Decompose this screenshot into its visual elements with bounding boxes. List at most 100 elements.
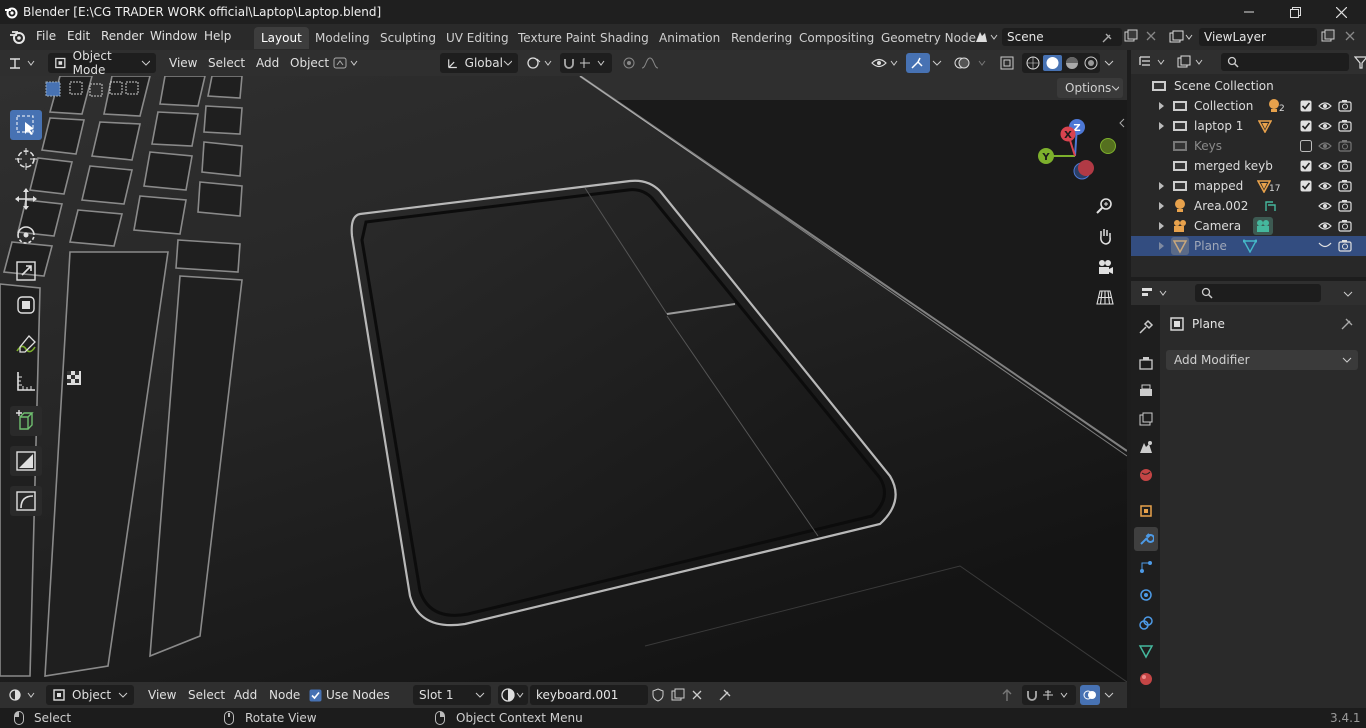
scene-browse-button[interactable] — [972, 28, 1000, 46]
pan-button[interactable] — [1092, 223, 1118, 249]
material-name-field[interactable]: keyboard.001 — [530, 685, 648, 705]
duplicate-material-icon[interactable] — [671, 688, 685, 702]
tab-physics[interactable] — [1134, 583, 1158, 607]
options-button[interactable]: Options — [1057, 78, 1123, 98]
tab-modifiers[interactable] — [1134, 527, 1158, 551]
outliner-item-collection[interactable]: Collection 2 — [1131, 96, 1366, 116]
pivot-point-button[interactable] — [524, 53, 556, 73]
tool-annotate[interactable] — [10, 330, 42, 360]
pin-icon[interactable] — [1101, 32, 1113, 44]
use-nodes-checkbox[interactable]: Use Nodes — [309, 685, 390, 705]
tab-animation[interactable]: Animation — [652, 27, 727, 49]
tool-move[interactable] — [10, 184, 42, 214]
proportional-edit-button[interactable] — [618, 53, 668, 73]
snap-mode-button[interactable] — [333, 53, 363, 73]
checkbox-checked-icon[interactable] — [1300, 100, 1312, 112]
menu-edit[interactable]: Edit — [67, 29, 90, 45]
editor-type-button[interactable] — [1139, 284, 1173, 302]
chevron-down-icon[interactable] — [932, 59, 942, 67]
editor-type-button[interactable] — [8, 685, 42, 705]
expand-arrow-icon[interactable] — [1158, 202, 1166, 210]
maximize-button[interactable] — [1272, 0, 1318, 24]
eye-icon[interactable] — [1318, 180, 1332, 192]
render-camera-icon[interactable] — [1338, 99, 1352, 113]
blender-menu-icon[interactable] — [9, 29, 26, 45]
shader-type-dropdown[interactable]: Object — [46, 685, 134, 705]
tab-tool[interactable] — [1134, 315, 1158, 339]
tab-modeling[interactable]: Modeling — [308, 27, 377, 49]
expand-arrow-icon[interactable] — [1158, 182, 1166, 190]
tool-rotate[interactable] — [10, 220, 42, 250]
outliner-scene-collection[interactable]: Scene Collection — [1131, 76, 1366, 96]
checkbox-checked-icon[interactable] — [1300, 160, 1312, 172]
menu-add[interactable]: Add — [256, 53, 279, 73]
eye-icon[interactable] — [1318, 220, 1332, 232]
tab-sculpting[interactable]: Sculpting — [373, 27, 443, 49]
checkbox-checked-icon[interactable] — [1300, 180, 1312, 192]
menu-view[interactable]: View — [169, 53, 197, 73]
tab-shading[interactable]: Shading — [593, 27, 656, 49]
tool-bend[interactable] — [10, 486, 42, 516]
parent-node-icon[interactable] — [998, 687, 1016, 703]
outliner-item-camera[interactable]: Camera — [1131, 216, 1366, 236]
menu-help[interactable]: Help — [204, 29, 231, 45]
expand-arrow-icon[interactable] — [1158, 222, 1166, 230]
viewlayer-browse-button[interactable] — [1166, 28, 1196, 46]
filter-icon[interactable] — [1354, 55, 1366, 69]
tool-transform[interactable] — [10, 290, 42, 320]
new-viewlayer-icon[interactable] — [1321, 29, 1335, 43]
tool-measure[interactable] — [10, 366, 42, 396]
new-scene-icon[interactable] — [1124, 29, 1138, 43]
tab-output[interactable] — [1134, 379, 1158, 403]
checkbox-unchecked-icon[interactable] — [1300, 140, 1312, 152]
delete-viewlayer-icon[interactable] — [1345, 31, 1355, 41]
chevron-down-icon[interactable] — [1104, 691, 1114, 699]
eye-icon[interactable] — [1318, 160, 1332, 172]
outliner-item-keys[interactable]: Keys — [1131, 136, 1366, 156]
menu-window[interactable]: Window — [150, 29, 197, 45]
unlink-material-icon[interactable] — [692, 690, 702, 700]
pin-icon[interactable] — [718, 688, 732, 702]
delete-scene-icon[interactable] — [1146, 31, 1156, 41]
viewlayer-name-field[interactable]: ViewLayer — [1199, 28, 1317, 46]
zoom-button[interactable] — [1092, 193, 1118, 219]
close-button[interactable] — [1318, 0, 1364, 24]
pin-icon[interactable] — [1340, 317, 1354, 331]
navigation-gizmo[interactable]: Z X Y — [1030, 116, 1120, 196]
render-camera-icon[interactable] — [1338, 199, 1352, 213]
perspective-toggle-button[interactable] — [1092, 284, 1118, 310]
tab-world[interactable] — [1134, 463, 1158, 487]
menu-select[interactable]: Select — [188, 685, 225, 705]
menu-node[interactable]: Node — [269, 685, 300, 705]
fake-user-shield-icon[interactable] — [651, 688, 665, 702]
tool-select-box[interactable] — [10, 110, 42, 140]
tab-constraints[interactable] — [1134, 611, 1158, 635]
tab-data[interactable] — [1134, 639, 1158, 663]
tool-scale[interactable] — [10, 256, 42, 286]
tab-geometry-nodes[interactable]: Geometry Node — [874, 27, 983, 49]
snap-button[interactable] — [560, 53, 612, 73]
show-gizmo-button[interactable] — [906, 53, 930, 73]
slot-dropdown[interactable]: Slot 1 — [413, 685, 491, 705]
render-camera-icon[interactable] — [1338, 179, 1352, 193]
render-camera-icon[interactable] — [1338, 159, 1352, 173]
properties-search-input[interactable] — [1195, 284, 1321, 302]
tab-rendering[interactable]: Rendering — [724, 27, 799, 49]
expand-arrow-icon[interactable] — [1158, 242, 1166, 250]
outliner-item-area-002[interactable]: Area.002 — [1131, 196, 1366, 216]
chevron-down-icon[interactable] — [1343, 290, 1353, 298]
outliner-item-merged-keyb[interactable]: merged keyb — [1131, 156, 1366, 176]
menu-add[interactable]: Add — [234, 685, 257, 705]
editor-type-button[interactable] — [8, 53, 42, 73]
outliner-item-mapped[interactable]: mapped 17 — [1131, 176, 1366, 196]
shading-modes-icon[interactable] — [1023, 55, 1099, 71]
tab-texture-paint[interactable]: Texture Paint — [511, 27, 602, 49]
node-snap-button[interactable] — [1022, 685, 1076, 705]
mode-dropdown[interactable]: Object Mode — [48, 49, 156, 77]
outliner-search-input[interactable] — [1221, 53, 1349, 71]
orientation-dropdown[interactable]: Global — [440, 53, 518, 73]
tab-render[interactable] — [1134, 351, 1158, 375]
overlays-button[interactable] — [952, 53, 990, 73]
eye-icon[interactable] — [1318, 140, 1332, 152]
eye-icon[interactable] — [1318, 200, 1332, 212]
